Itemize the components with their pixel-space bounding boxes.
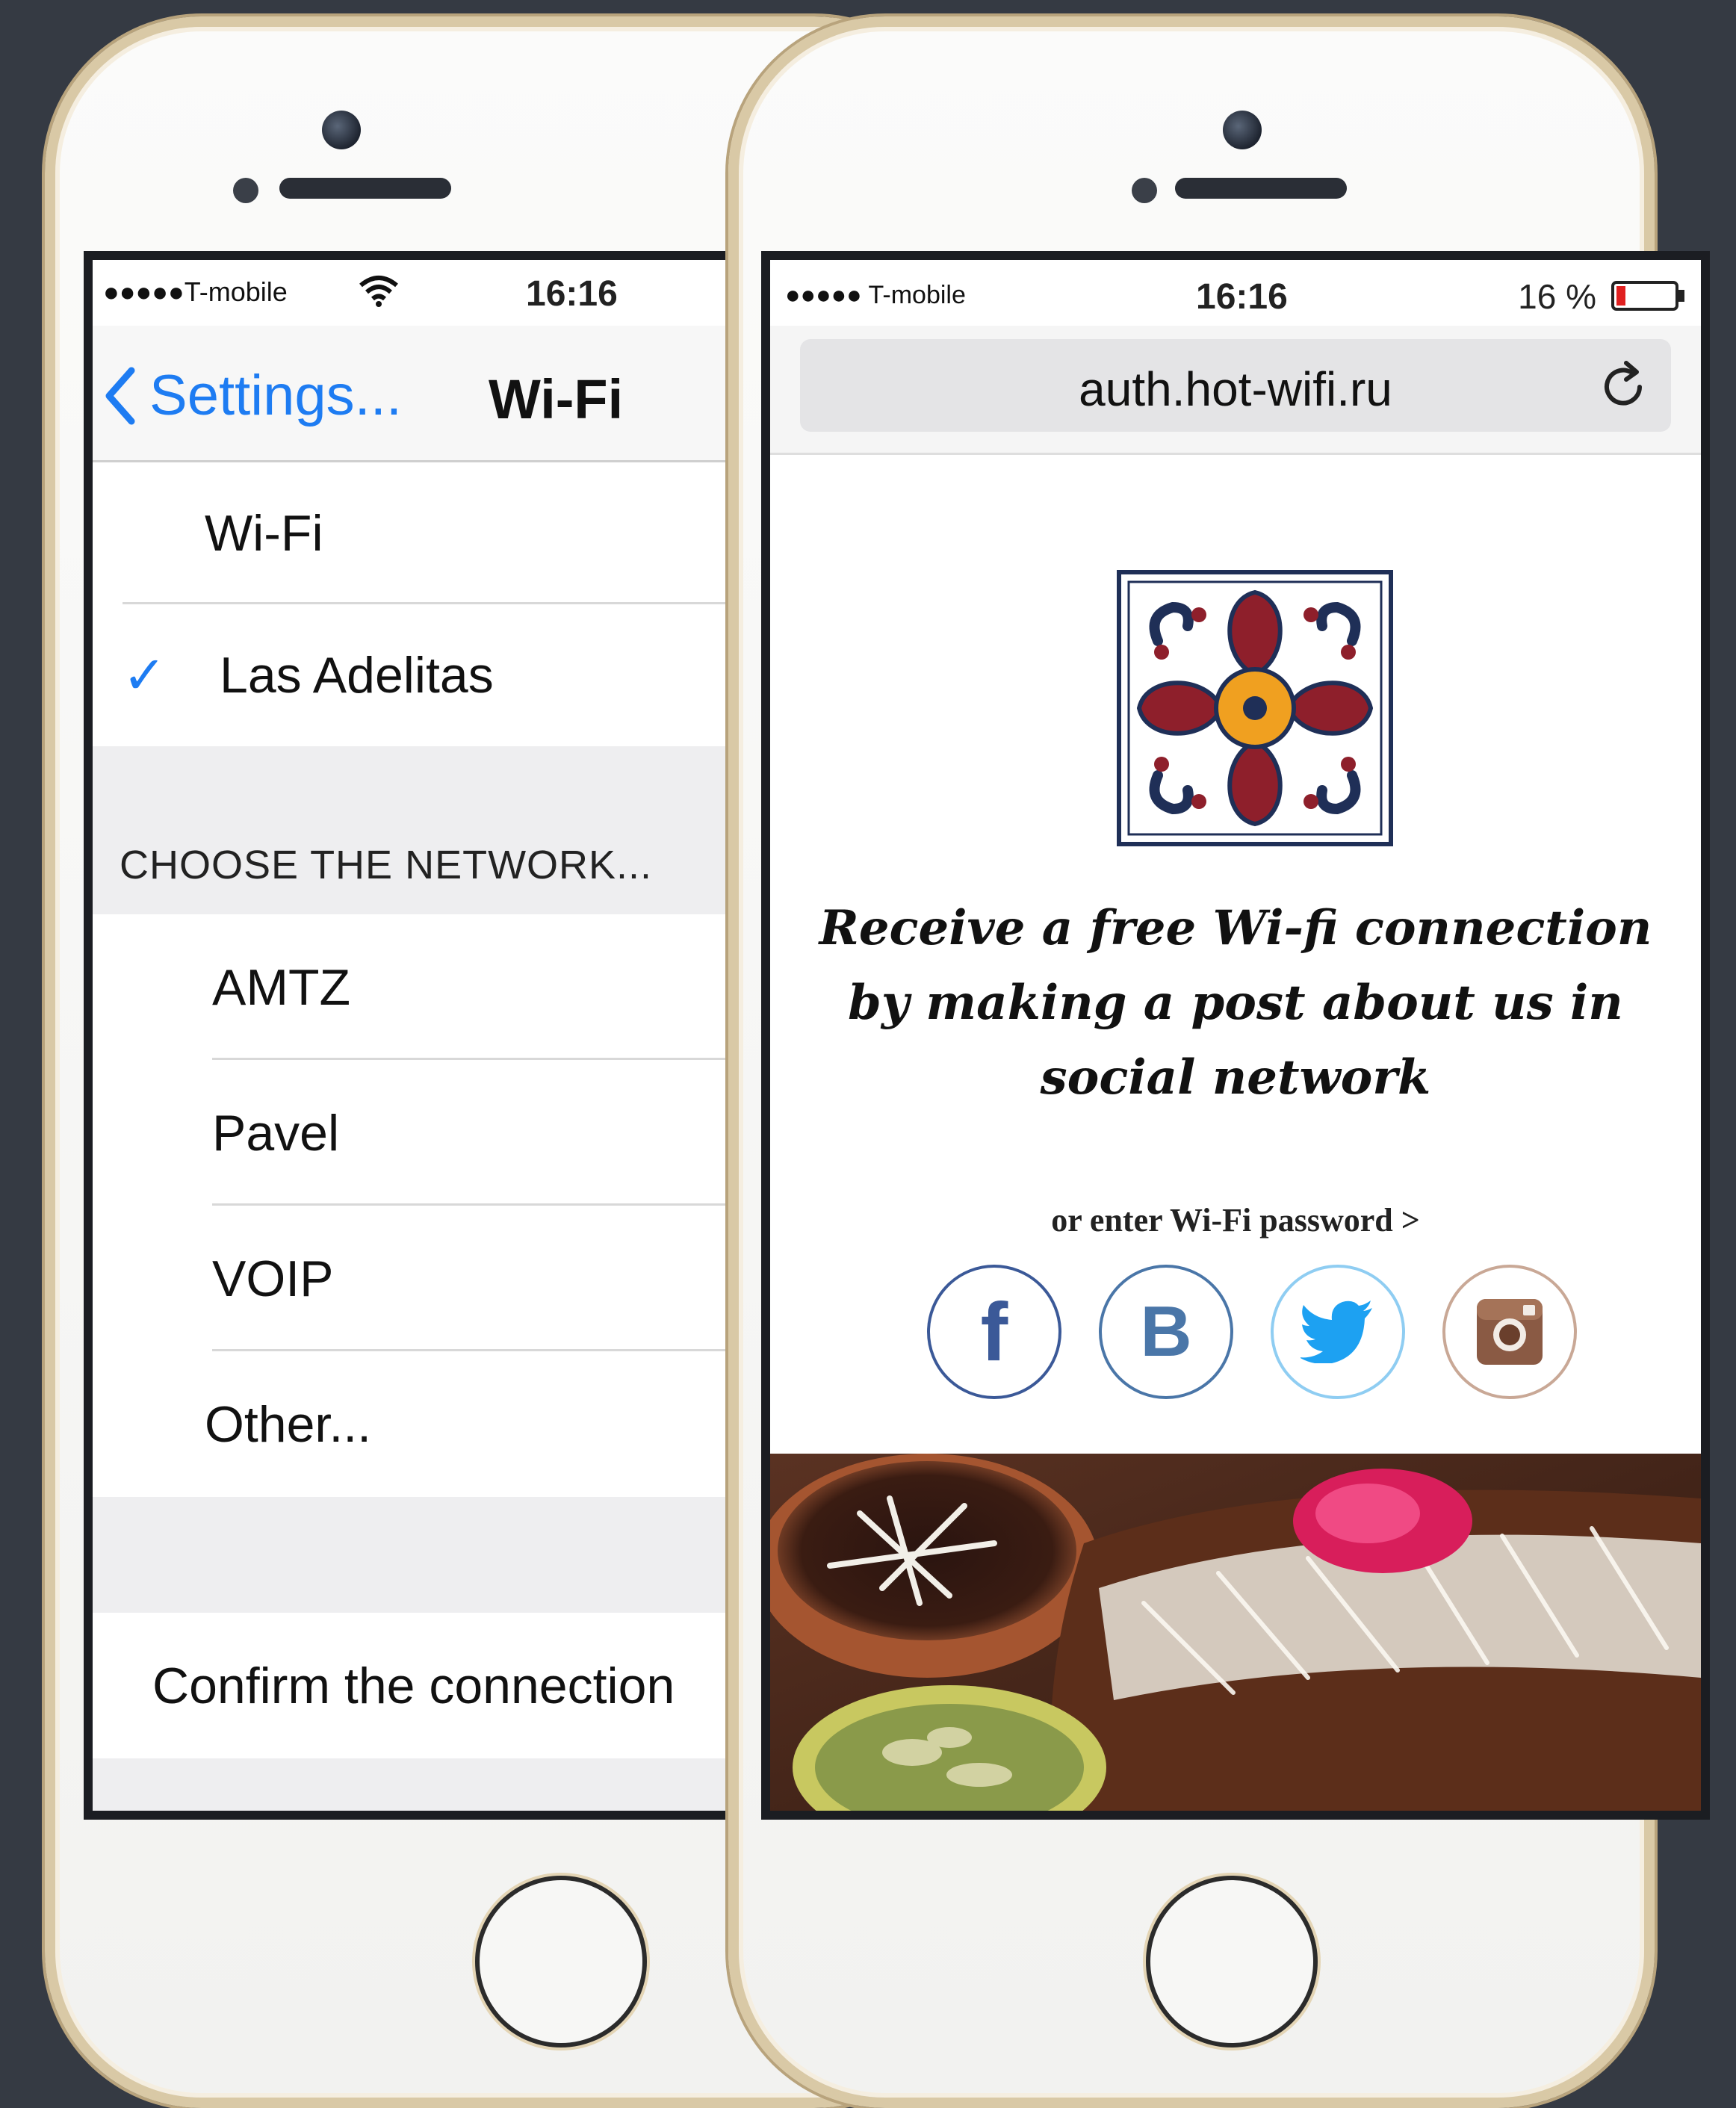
clock-time: 16:16 <box>526 274 618 314</box>
captive-portal-screen: ●●●●● T-mobile 16:16 16 % auth.hot-wifi.… <box>761 251 1710 1820</box>
earpiece-speaker <box>279 178 451 199</box>
address-bar[interactable]: auth.hot-wifi.ru <box>800 339 1671 432</box>
reload-icon[interactable] <box>1601 360 1649 416</box>
network-row-pavel[interactable]: Pavel <box>93 1060 762 1206</box>
proximity-sensor <box>1132 178 1157 203</box>
phone-right: ●●●●● T-mobile 16:16 16 % auth.hot-wifi.… <box>728 16 1710 2108</box>
network-row-voip[interactable]: VOIP <box>93 1206 762 1351</box>
status-bar: ●●●●●T-mobile 16:16 <box>93 260 762 326</box>
restaurant-logo-tile <box>1117 570 1393 846</box>
front-camera <box>1223 111 1262 149</box>
network-label: Other... <box>205 1395 371 1453</box>
navigation-bar: Settings... Wi-Fi <box>93 326 762 462</box>
promo-message: Receive a free Wi-fi connection by makin… <box>819 900 1652 1106</box>
browser-toolbar: auth.hot-wifi.ru <box>770 326 1701 455</box>
battery-percent: 16 % <box>1518 277 1596 316</box>
chevron-left-icon <box>105 367 135 424</box>
network-label: AMTZ <box>212 958 351 1016</box>
carrier-label: ●●●●● T-mobile <box>785 281 966 309</box>
section-gap <box>93 1497 762 1613</box>
earpiece-speaker <box>1175 178 1347 199</box>
wifi-toggle-row[interactable]: Wi-Fi <box>93 462 762 604</box>
battery-low-icon <box>1611 279 1686 320</box>
checkmark-icon: ✓ <box>123 646 167 704</box>
network-label: Pavel <box>212 1104 340 1162</box>
wifi-row-label: Wi-Fi <box>205 505 323 562</box>
connected-network-label: Las Adelitas <box>220 647 494 704</box>
home-button[interactable] <box>1146 1876 1318 2047</box>
connected-network-row[interactable]: ✓ Las Adelitas <box>93 604 762 746</box>
twitter-icon <box>1301 1301 1372 1363</box>
enter-password-link[interactable]: or enter Wi-Fi password > <box>770 1201 1701 1239</box>
confirm-connection-label: Confirm the connection <box>152 1657 675 1714</box>
choose-network-header: CHOOSE THE NETWORK... <box>120 843 653 887</box>
network-row-other[interactable]: Other... <box>93 1351 762 1497</box>
instagram-login-button[interactable] <box>1442 1265 1577 1399</box>
clock-time: 16:16 <box>1196 277 1288 317</box>
social-login-buttons: f B <box>927 1265 1577 1399</box>
back-to-settings-button[interactable]: Settings... <box>103 363 402 428</box>
back-label: Settings... <box>149 364 402 427</box>
vk-login-button[interactable]: B <box>1099 1265 1233 1399</box>
twitter-login-button[interactable] <box>1271 1265 1405 1399</box>
network-label: VOIP <box>212 1250 334 1307</box>
proximity-sensor <box>233 178 258 203</box>
wifi-settings-screen: ●●●●●T-mobile 16:16 Settings... Wi-Fi Wi… <box>84 251 771 1820</box>
home-button[interactable] <box>475 1876 647 2047</box>
facebook-login-button[interactable]: f <box>927 1265 1061 1399</box>
food-photo <box>770 1454 1701 1811</box>
section-header-area: CHOOSE THE NETWORK... <box>93 746 762 914</box>
page-title: Wi-Fi <box>489 368 624 430</box>
status-bar: ●●●●● T-mobile 16:16 16 % <box>770 260 1701 326</box>
section-gap <box>93 1758 762 1811</box>
wifi-signal-icon <box>358 275 400 315</box>
confirm-connection-row[interactable]: Confirm the connection <box>93 1613 762 1758</box>
carrier-label: ●●●●●T-mobile <box>103 276 288 307</box>
instagram-icon <box>1477 1299 1543 1365</box>
network-row-amtz[interactable]: AMTZ <box>93 914 762 1060</box>
url-text: auth.hot-wifi.ru <box>1079 362 1392 416</box>
vk-icon: B <box>1140 1292 1192 1371</box>
front-camera <box>322 111 361 149</box>
facebook-icon: f <box>980 1286 1008 1378</box>
